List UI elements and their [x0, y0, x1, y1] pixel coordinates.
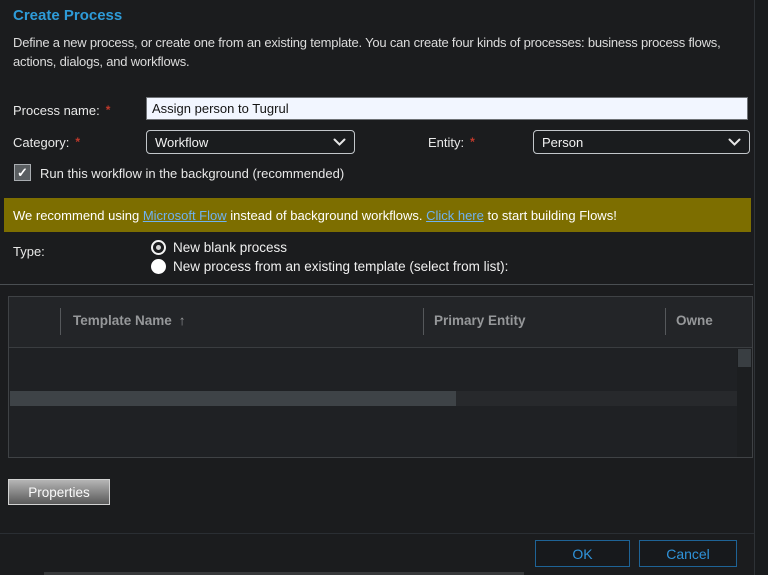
banner-text: instead of background workflows.	[226, 207, 427, 223]
column-divider	[60, 308, 61, 335]
background-workflow-checkbox-label: Run this workflow in the background (rec…	[40, 166, 345, 181]
column-header-label: Owne	[676, 313, 713, 328]
column-header-label: Template Name	[73, 313, 172, 328]
category-label: Category: *	[13, 135, 80, 150]
dialog-description: Define a new process, or create one from…	[13, 35, 721, 69]
background-workflow-checkbox[interactable]: ✓	[14, 164, 31, 181]
table-scrollbar[interactable]	[737, 349, 752, 457]
process-name-label: Process name: *	[13, 103, 110, 118]
footer-divider	[0, 533, 768, 534]
flow-recommendation-banner: We recommend using Microsoft Flow instea…	[4, 198, 751, 232]
entity-dropdown-value: Person	[542, 134, 584, 150]
radio-new-from-template-label: New process from an existing template (s…	[173, 259, 509, 274]
table-row[interactable]	[456, 391, 738, 406]
click-here-link[interactable]: Click here	[426, 208, 484, 223]
column-header-label: Primary Entity	[434, 313, 526, 328]
process-name-input[interactable]	[146, 97, 748, 120]
banner-text: to start building Flows!	[483, 207, 617, 223]
ok-button[interactable]: OK	[535, 540, 630, 567]
type-label: Type:	[13, 244, 45, 259]
radio-new-blank-process[interactable]	[151, 240, 166, 255]
process-name-label-text: Process name:	[13, 103, 100, 118]
required-asterisk: *	[75, 135, 81, 149]
banner-text: We recommend using	[13, 207, 143, 223]
chevron-down-icon	[728, 135, 741, 150]
template-table-header: Template Name ↑ Primary Entity Owne	[9, 297, 752, 348]
radio-new-from-template[interactable]	[151, 259, 166, 274]
table-scrollbar-thumb[interactable]	[738, 349, 751, 367]
sort-ascending-icon: ↑	[178, 313, 186, 328]
page-title: Create Process	[13, 7, 123, 24]
required-asterisk: *	[470, 135, 475, 149]
window-scrollbar-gutter[interactable]	[755, 0, 768, 575]
entity-label: Entity: *	[428, 135, 475, 150]
column-header-owner[interactable]: Owne	[676, 313, 713, 328]
table-row[interactable]	[10, 391, 456, 406]
column-divider	[423, 308, 424, 335]
radio-new-blank-process-label: New blank process	[173, 240, 288, 255]
category-label-text: Category:	[13, 135, 70, 150]
entity-dropdown[interactable]: Person	[533, 130, 750, 154]
entity-label-text: Entity:	[428, 135, 465, 150]
cancel-button[interactable]: Cancel	[639, 540, 737, 567]
column-header-template-name[interactable]: Template Name ↑	[73, 313, 186, 328]
template-table: Template Name ↑ Primary Entity Owne	[8, 296, 753, 458]
checkmark-icon: ✓	[17, 165, 28, 180]
category-dropdown[interactable]: Workflow	[146, 130, 355, 154]
chevron-down-icon	[333, 135, 346, 150]
properties-button[interactable]: Properties	[8, 479, 110, 505]
column-divider	[665, 308, 666, 335]
category-dropdown-value: Workflow	[155, 134, 209, 150]
required-asterisk: *	[105, 103, 111, 117]
microsoft-flow-link[interactable]: Microsoft Flow	[143, 208, 227, 223]
column-header-primary-entity[interactable]: Primary Entity	[434, 313, 526, 328]
section-divider	[0, 284, 753, 285]
